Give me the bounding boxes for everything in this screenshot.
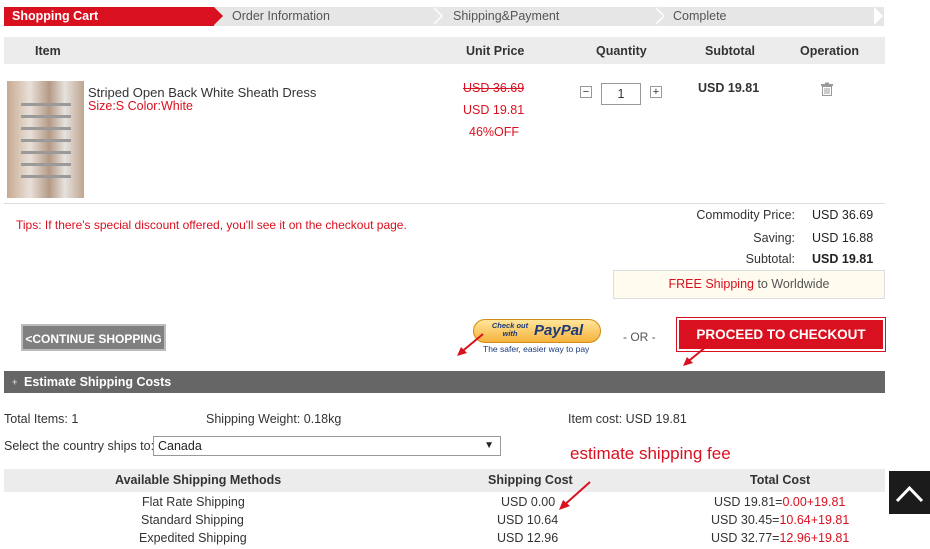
method-cost: USD 12.96 — [497, 531, 559, 545]
annotation-arrow-paypal — [457, 333, 484, 356]
step-shopping-cart: Shopping Cart — [4, 7, 214, 26]
total-shipping-part: 12.96 — [779, 531, 811, 545]
annotation-arrow-checkout — [683, 345, 708, 366]
free-shipping-banner: FREE Shipping to Worldwide — [613, 270, 885, 299]
paypal-logo: PayPal — [534, 322, 584, 339]
free-shipping-rest: to Worldwide — [753, 277, 830, 291]
paypal-checkout-button[interactable]: Check out with PayPal The safer, easier w… — [470, 318, 604, 356]
step-complete: Complete — [673, 9, 727, 23]
header-subtotal: Subtotal — [705, 44, 755, 58]
total-shipping-part: 0.00 — [782, 495, 807, 509]
total-item-part: +19.81 — [806, 495, 846, 509]
annotation-arrow-shipping — [559, 481, 591, 510]
discount-percent: 46%OFF — [469, 125, 520, 139]
quantity-decrease-button[interactable]: − — [580, 86, 592, 98]
item-subtotal: USD 19.81 — [698, 81, 760, 95]
step-arrow — [214, 7, 223, 25]
method-name: Flat Rate Shipping — [142, 495, 245, 509]
free-shipping-highlight: FREE Shipping — [668, 277, 754, 291]
step-shipping-payment: Shipping&Payment — [453, 9, 560, 23]
country-label: Select the country ships to: — [4, 439, 155, 453]
commodity-price-label: Commodity Price: — [696, 208, 795, 222]
method-name: Standard Shipping — [141, 513, 244, 527]
product-attributes: Size:S Color:White — [88, 99, 193, 113]
quantity-input[interactable]: 1 — [601, 83, 641, 105]
total-item-part: +19.81 — [810, 513, 850, 527]
total-sum: USD 32.77= — [711, 531, 780, 545]
paypal-with-text: with — [502, 329, 518, 338]
country-selected-value: Canada — [158, 439, 202, 453]
shipping-weight: Shipping Weight: 0.18kg — [206, 412, 342, 426]
total-items: Total Items: 1 — [4, 412, 79, 426]
method-total: USD 19.81=0.00+19.81 — [714, 495, 845, 509]
estimate-shipping-title: Estimate Shipping Costs — [24, 375, 172, 389]
annotation-estimate-shipping: estimate shipping fee — [570, 444, 731, 463]
continue-shopping-button[interactable]: <CONTINUE SHOPPING — [21, 324, 166, 351]
paypal-tagline: The safer, easier way to pay — [483, 344, 590, 354]
checkout-steps: Shopping Cart Order Information Shipping… — [4, 7, 884, 26]
product-name[interactable]: Striped Open Back White Sheath Dress — [88, 85, 316, 100]
total-sum: USD 30.45= — [711, 513, 780, 527]
header-quantity: Quantity — [596, 44, 647, 58]
total-sum: USD 19.81= — [714, 495, 783, 509]
discount-tips: Tips: If there's special discount offere… — [16, 218, 407, 232]
saving-label: Saving: — [753, 231, 795, 245]
expand-icon: + — [12, 377, 18, 387]
subtotal-label: Subtotal: — [745, 252, 795, 266]
header-shipping-methods: Available Shipping Methods — [115, 473, 282, 487]
method-name: Expedited Shipping — [139, 531, 247, 545]
total-item-part: +19.81 — [810, 531, 850, 545]
quantity-increase-button[interactable]: + — [650, 86, 662, 98]
saving-value: USD 16.88 — [812, 231, 874, 245]
trash-icon[interactable] — [820, 82, 834, 99]
item-cost: Item cost: USD 19.81 — [568, 412, 687, 426]
product-thumbnail[interactable] — [7, 81, 84, 198]
method-cost: USD 0.00 — [501, 495, 556, 509]
header-item: Item — [35, 44, 61, 58]
method-total: USD 30.45=10.64+19.81 — [711, 513, 849, 527]
original-price: USD 36.69 — [463, 81, 525, 95]
cart-table-header: Item Unit Price Quantity Subtotal Operat… — [4, 37, 885, 64]
method-total: USD 32.77=12.96+19.81 — [711, 531, 849, 545]
commodity-price-value: USD 36.69 — [812, 208, 874, 222]
step-arrow — [654, 7, 663, 25]
total-shipping-part: 10.64 — [779, 513, 811, 527]
method-cost: USD 10.64 — [497, 513, 559, 527]
country-select[interactable]: Canada ▼ — [153, 436, 501, 456]
header-total-cost: Total Cost — [750, 473, 811, 487]
step-arrow — [432, 7, 441, 25]
shipping-methods-header: Available Shipping Methods Shipping Cost… — [4, 469, 885, 492]
unit-price: USD 19.81 — [463, 103, 525, 117]
step-arrow — [874, 7, 883, 25]
or-separator: - OR - — [623, 330, 656, 344]
back-to-top-button[interactable] — [889, 471, 930, 514]
estimate-shipping-bar[interactable]: + Estimate Shipping Costs — [4, 371, 885, 393]
header-unit-price: Unit Price — [466, 44, 525, 58]
subtotal-value: USD 19.81 — [812, 252, 874, 266]
dropdown-arrow-icon: ▼ — [484, 440, 494, 451]
chevron-up-icon — [895, 485, 924, 503]
step-order-information: Order Information — [232, 9, 330, 23]
header-operation: Operation — [800, 44, 860, 58]
